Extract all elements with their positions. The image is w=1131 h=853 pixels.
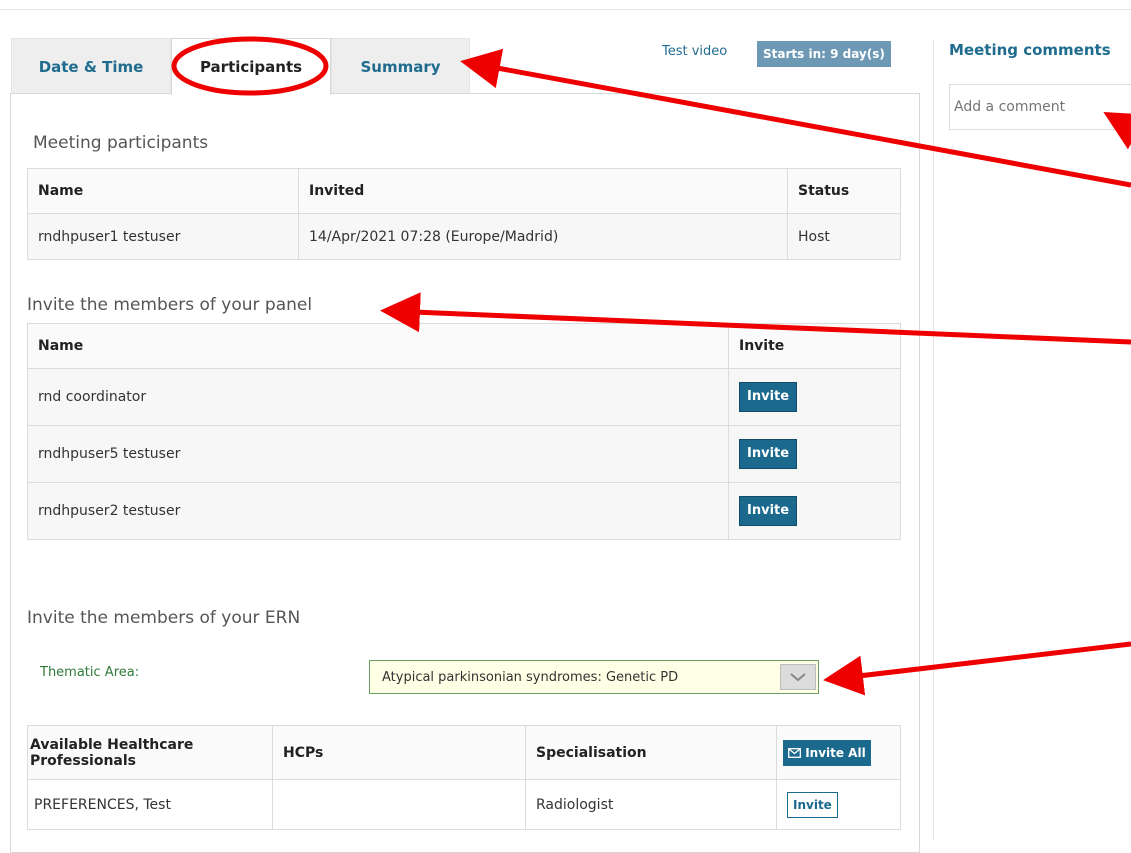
panel-members-table: Name Invite rnd coordinator Invite rndhp… [27, 323, 901, 540]
tab-participants[interactable]: Participants [171, 38, 331, 95]
invite-cell: Invite [728, 482, 901, 540]
invite-button[interactable]: Invite [739, 496, 798, 526]
meeting-participants-heading: Meeting participants [33, 133, 209, 153]
invite-all-label: Invite All [805, 745, 866, 760]
professional-specialisation: Radiologist [525, 779, 777, 830]
panel-member-name: rndhpuser2 testuser [27, 482, 729, 540]
invite-button[interactable]: Invite [787, 791, 838, 818]
column-header-name: Name [27, 323, 729, 369]
column-header-hcps: HCPs [272, 725, 526, 780]
participant-name: rndhpuser1 testuser [27, 213, 299, 260]
column-header-invited: Invited [298, 168, 788, 214]
panel-member-name: rnd coordinator [27, 368, 729, 426]
invite-button[interactable]: Invite [739, 439, 798, 469]
meeting-title: Test video [662, 44, 728, 59]
comment-input[interactable] [949, 84, 1131, 130]
panel-members-heading: Invite the members of your panel [27, 295, 313, 315]
thematic-area-select[interactable]: Atypical parkinsonian syndromes: Genetic… [369, 660, 819, 694]
table-header-row: Name Invite [27, 323, 901, 369]
starts-in-badge: Starts in: 9 day(s) [757, 41, 891, 67]
table-row: rndhpuser1 testuser 14/Apr/2021 07:28 (E… [27, 213, 901, 260]
participants-table: Name Invited Status rndhpuser1 testuser … [27, 168, 901, 260]
participant-status: Host [787, 213, 901, 260]
invite-all-cell: Invite All [776, 725, 901, 780]
participant-invited: 14/Apr/2021 07:28 (Europe/Madrid) [298, 213, 788, 260]
tab-date-time[interactable]: Date & Time [11, 38, 171, 94]
thematic-area-label: Thematic Area: [40, 665, 140, 680]
professional-hcps [272, 779, 526, 830]
comments-divider [933, 40, 934, 840]
table-header-row: Available Healthcare Professionals HCPs … [27, 725, 901, 780]
table-row: rnd coordinator Invite [27, 368, 901, 426]
table-row: rndhpuser5 testuser Invite [27, 425, 901, 483]
meeting-comments-heading: Meeting comments [949, 41, 1111, 59]
chevron-down-icon[interactable] [780, 664, 816, 690]
column-header-status: Status [787, 168, 901, 214]
table-row: PREFERENCES, Test Radiologist Invite [27, 779, 901, 830]
panel-member-name: rndhpuser5 testuser [27, 425, 729, 483]
envelope-icon [788, 747, 801, 758]
invite-all-button[interactable]: Invite All [783, 739, 871, 766]
top-divider [0, 9, 1131, 10]
invite-cell: Invite [776, 779, 901, 830]
column-header-specialisation: Specialisation [525, 725, 777, 780]
invite-cell: Invite [728, 368, 901, 426]
professional-name: PREFERENCES, Test [27, 779, 273, 830]
tab-summary-label: Summary [360, 57, 441, 76]
column-header-professionals: Available Healthcare Professionals [27, 725, 273, 780]
ern-members-heading: Invite the members of your ERN [27, 608, 301, 628]
column-header-invite: Invite [728, 323, 901, 369]
tab-participants-label: Participants [199, 58, 303, 76]
invite-button[interactable]: Invite [739, 382, 798, 412]
table-header-row: Name Invited Status [27, 168, 901, 214]
thematic-area-value: Atypical parkinsonian syndromes: Genetic… [382, 669, 679, 685]
tab-summary[interactable]: Summary [331, 38, 470, 94]
invite-cell: Invite [728, 425, 901, 483]
tab-date-time-label: Date & Time [38, 57, 144, 76]
table-row: rndhpuser2 testuser Invite [27, 482, 901, 540]
column-header-name: Name [27, 168, 299, 214]
ern-members-table: Available Healthcare Professionals HCPs … [27, 725, 901, 830]
